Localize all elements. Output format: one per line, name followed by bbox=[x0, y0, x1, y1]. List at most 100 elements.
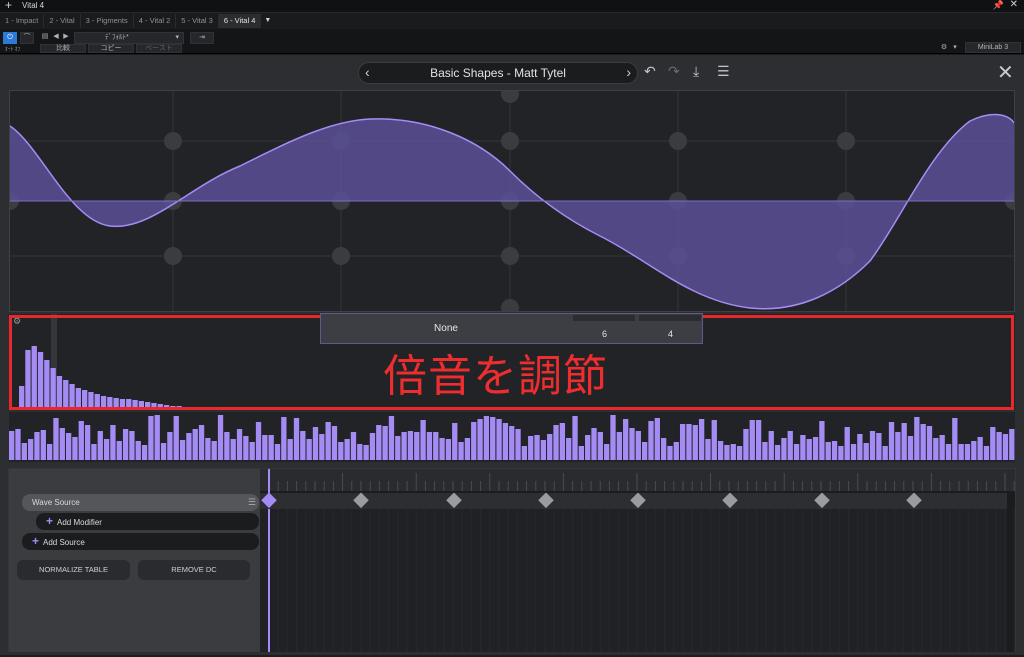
harmonic-popup[interactable]: None 6 4 bbox=[320, 313, 703, 344]
phase-bar bbox=[559, 423, 566, 460]
paste-button[interactable]: ペースト bbox=[136, 44, 182, 53]
phase-editor[interactable] bbox=[9, 412, 1015, 462]
phase-bar bbox=[116, 441, 122, 460]
add-modifier-button[interactable]: + Add Modifier bbox=[36, 513, 259, 530]
normalize-table-button[interactable]: NORMALIZE TABLE bbox=[17, 560, 130, 580]
compare-button[interactable]: 比較 bbox=[40, 44, 86, 53]
preset-name[interactable]: Basic Shapes - Matt Tytel bbox=[359, 66, 637, 80]
waveform-display[interactable] bbox=[9, 90, 1015, 312]
phase-bar bbox=[819, 421, 825, 460]
tab-pigments[interactable]: 3 - Pigments bbox=[81, 14, 134, 28]
chevron-right-icon[interactable]: › bbox=[626, 64, 631, 80]
phase-bar bbox=[369, 433, 376, 460]
phase-bar bbox=[1009, 429, 1015, 460]
menu-icon[interactable]: ☰ bbox=[717, 63, 730, 80]
phase-bar bbox=[578, 446, 584, 460]
pin-icon[interactable]: 📌 bbox=[993, 0, 1004, 11]
wave-source-label: Wave Source bbox=[32, 498, 80, 507]
power-icon[interactable]: ⏻ bbox=[3, 32, 17, 44]
phase-bar bbox=[736, 446, 743, 460]
phase-bar bbox=[160, 443, 167, 460]
phase-bar bbox=[287, 439, 293, 460]
save-icon[interactable]: ▤ bbox=[40, 32, 50, 44]
phase-bar bbox=[863, 443, 869, 460]
preset-selector[interactable]: ‹ Basic Shapes - Matt Tytel › bbox=[358, 62, 638, 84]
add-source-button[interactable]: + Add Source bbox=[22, 533, 259, 550]
phase-bar bbox=[521, 446, 528, 460]
phase-bar bbox=[591, 428, 597, 460]
phase-bar bbox=[831, 441, 838, 460]
settings-dropdown-icon[interactable]: ▾ bbox=[950, 43, 960, 55]
host-toolbar: ⏻ ⌒ ｵｰﾄ ｵﾌ ▤ ◀ ▶ ﾃﾞﾌｫﾙﾄ* ▾ 比較 コピー ペースト ⇥… bbox=[0, 29, 1024, 54]
plus-icon[interactable]: + bbox=[5, 0, 12, 12]
close-icon[interactable]: ✕ bbox=[1010, 0, 1018, 10]
popup-value-1[interactable]: 6 bbox=[602, 329, 607, 339]
phase-bar bbox=[515, 429, 521, 460]
phase-bar bbox=[59, 428, 65, 460]
tab-vital-3[interactable]: 5 - Vital 3 bbox=[176, 14, 219, 28]
phase-bar bbox=[939, 435, 945, 460]
undo-icon[interactable]: ↶ bbox=[644, 63, 656, 80]
phase-bar bbox=[895, 432, 901, 460]
phase-bar bbox=[236, 429, 243, 460]
phase-bar bbox=[255, 422, 262, 460]
phase-bar bbox=[534, 435, 540, 460]
phase-bar bbox=[629, 428, 635, 460]
phase-bar bbox=[110, 425, 116, 460]
download-icon[interactable]: ⤓ bbox=[693, 63, 699, 80]
midi-learn-button[interactable]: ⇥ bbox=[190, 32, 214, 44]
tab-vital-4[interactable]: 6 - Vital 4 bbox=[218, 14, 262, 28]
phase-bar bbox=[433, 432, 439, 460]
phase-bar bbox=[635, 431, 641, 460]
popup-header-1 bbox=[573, 315, 635, 321]
tab-vital-2[interactable]: 4 - Vital 2 bbox=[134, 14, 177, 28]
host-title-bar: + Vital 4 📌 ✕ bbox=[0, 0, 1024, 13]
phase-bar bbox=[926, 426, 933, 460]
wave-source-row[interactable]: Wave Source ☰ bbox=[22, 494, 259, 511]
phase-bar bbox=[148, 416, 154, 460]
phase-bar bbox=[141, 445, 148, 460]
phase-bar bbox=[414, 432, 420, 460]
popup-value-2[interactable]: 4 bbox=[668, 329, 673, 339]
redo-icon[interactable]: ↷ bbox=[668, 63, 680, 80]
phase-bar bbox=[673, 442, 679, 460]
remove-dc-button[interactable]: REMOVE DC bbox=[138, 560, 250, 580]
tab-dropdown-icon[interactable]: ▼ bbox=[261, 14, 271, 28]
phase-bar bbox=[382, 426, 388, 460]
monitor-icon[interactable]: ⌒ bbox=[20, 32, 34, 44]
phase-bar bbox=[774, 445, 781, 460]
phase-bar bbox=[977, 437, 983, 460]
preset-dropdown[interactable]: ﾃﾞﾌｫﾙﾄ* ▾ bbox=[74, 32, 184, 44]
phase-bar bbox=[755, 420, 762, 460]
keyframe-timeline[interactable] bbox=[260, 469, 1015, 652]
phase-bar bbox=[825, 442, 831, 460]
phase-bar bbox=[249, 442, 255, 460]
phase-bar bbox=[15, 429, 21, 460]
tab-impact[interactable]: 1 - Impact bbox=[0, 14, 45, 28]
phase-bar bbox=[907, 436, 914, 460]
phase-bar bbox=[610, 415, 616, 460]
chevron-left-icon[interactable]: ◀ bbox=[52, 32, 60, 44]
phase-bar bbox=[395, 436, 401, 460]
gear-icon[interactable]: ⚙ bbox=[938, 43, 950, 55]
tab-vital[interactable]: 2 - Vital bbox=[44, 14, 81, 28]
phase-bar bbox=[857, 434, 863, 460]
close-editor-icon[interactable]: ✕ bbox=[997, 60, 1014, 85]
phase-bar bbox=[711, 420, 717, 460]
popup-none-label[interactable]: None bbox=[321, 323, 571, 334]
phase-bar bbox=[464, 438, 471, 460]
auto-off-label[interactable]: ｵｰﾄ ｵﾌ bbox=[5, 45, 20, 53]
phase-bar bbox=[357, 444, 363, 460]
phase-bar bbox=[914, 417, 920, 460]
menu-icon[interactable]: ☰ bbox=[248, 494, 256, 511]
phase-bar bbox=[325, 422, 331, 460]
phase-bar bbox=[869, 431, 876, 460]
phase-bar bbox=[154, 415, 160, 460]
copy-button[interactable]: コピー bbox=[88, 44, 134, 53]
phase-bar bbox=[490, 417, 496, 460]
phase-bar bbox=[262, 435, 268, 460]
phase-bar bbox=[268, 435, 274, 460]
chevron-right-icon[interactable]: ▶ bbox=[62, 32, 70, 44]
phase-bar bbox=[945, 444, 952, 460]
midi-device-select[interactable]: MiniLab 3 bbox=[965, 42, 1021, 53]
